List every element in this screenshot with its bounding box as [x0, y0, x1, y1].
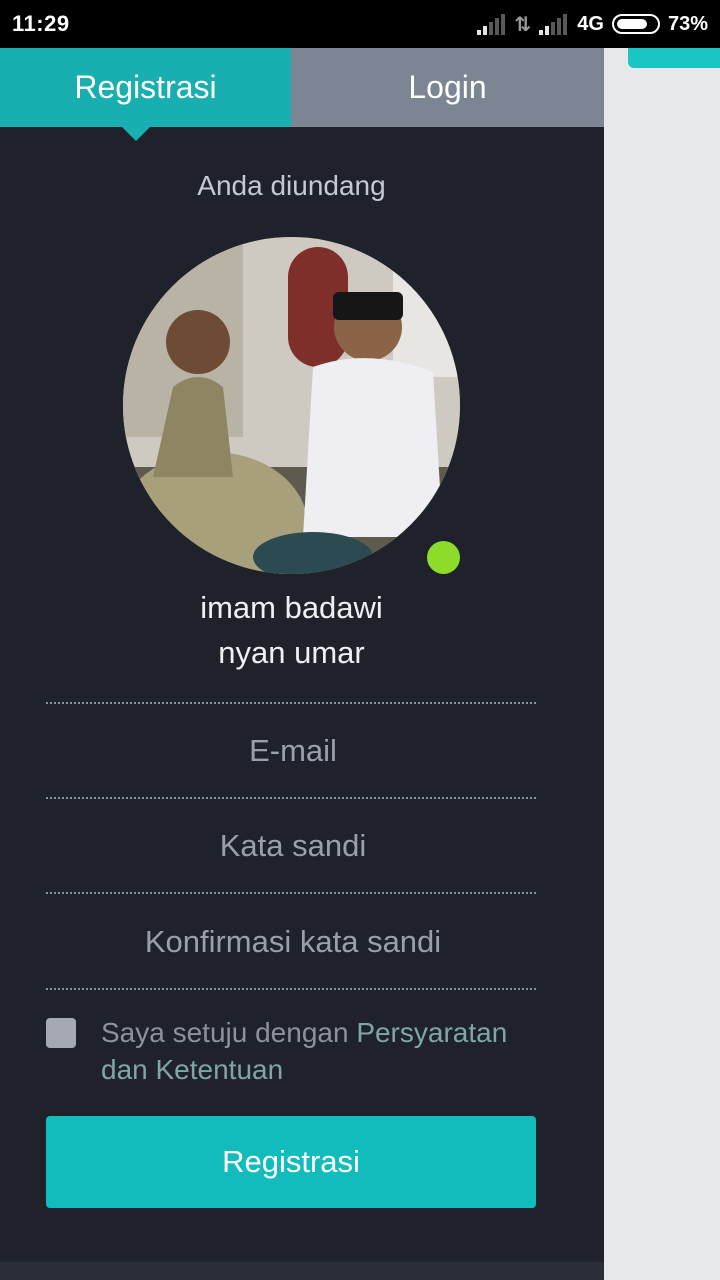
terms-text: Saya setuju dengan	[101, 1017, 357, 1048]
inviter-name: imam badawi	[200, 590, 383, 625]
invite-heading: Anda diundang	[197, 170, 386, 201]
email-field[interactable]	[46, 720, 540, 782]
tab-register[interactable]: Registrasi	[0, 48, 291, 141]
password-field[interactable]	[46, 815, 540, 877]
network-type: 4G	[577, 12, 604, 35]
signal-icon	[539, 13, 569, 35]
auth-tabs: Registrasi Login	[0, 48, 604, 141]
drawer-bottom-edge	[0, 1262, 604, 1280]
battery-icon	[611, 14, 660, 34]
inviter-name-continued: nyan umar	[218, 635, 365, 670]
tab-login[interactable]: Login	[291, 48, 604, 127]
confirm-password-field[interactable]	[46, 911, 540, 973]
status-icons: ⇅ 4G 73%	[476, 10, 708, 38]
data-transfer-icon: ⇅	[514, 13, 532, 36]
terms-label: Saya setuju dengan Persyaratan dan Keten…	[101, 1014, 561, 1088]
divider	[46, 988, 536, 990]
online-status-dot	[427, 541, 460, 574]
divider	[46, 892, 536, 894]
divider	[46, 797, 536, 799]
terms-checkbox[interactable]	[46, 1018, 76, 1048]
signal-icon	[476, 13, 507, 35]
registration-drawer: Registrasi Login Anda diundang imam bada…	[0, 48, 604, 1280]
status-time: 11:29	[12, 11, 70, 36]
register-button[interactable]: Registrasi	[46, 1116, 536, 1208]
avatar-photo	[123, 237, 460, 574]
battery-percent: 73%	[667, 12, 708, 35]
status-bar: 11:29 ⇅ 4G 73%	[0, 0, 720, 48]
inviter-avatar	[123, 237, 460, 574]
background-page[interactable]	[604, 48, 720, 1280]
divider	[46, 702, 536, 704]
background-header-accent	[628, 48, 720, 68]
